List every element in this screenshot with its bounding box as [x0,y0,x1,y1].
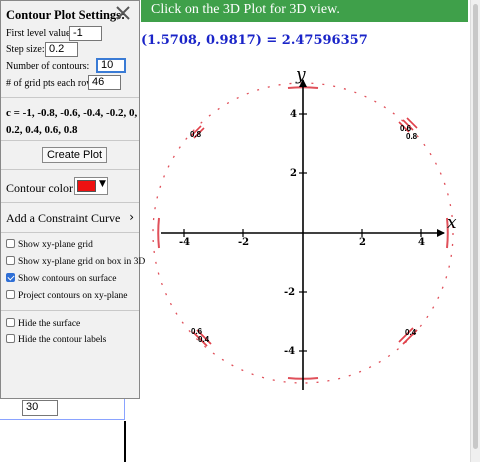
y-tick-label: -4 [284,346,295,357]
grid-points-label: # of grid pts each row: [6,78,97,89]
contour-levels-text: c = -1, -0.8, -0.6, -0.4, -0.2, 0, 0.2, … [6,107,138,136]
divider-line [124,421,126,462]
separator [1,169,139,170]
contour-label: 0.8 [406,132,418,141]
value-readout: (1.5708, 0.9817) = 2.47596357 [141,33,368,48]
checkbox-hide-surface[interactable]: Hide the surface [6,318,81,329]
separator [1,310,139,311]
contour-plot[interactable]: -4 -2 2 4 4 2 -2 -4 x y 0.8 0.6 0.8 0.6 … [141,50,469,462]
checkbox-hide-contour-labels[interactable]: Hide the contour labels [6,334,107,345]
close-icon[interactable] [115,5,131,21]
x-tick-label: -2 [238,237,249,248]
contour-label: 0.4 [198,335,210,344]
x-axis-label: x [447,213,457,233]
num-contours-input[interactable]: 10 [96,58,126,73]
checkbox-box[interactable] [6,239,15,249]
checkbox-label: Hide the surface [18,319,81,329]
num-contours-label: Number of contours: [6,61,90,72]
separator [1,232,139,233]
contour-label: 0.8 [190,130,202,139]
first-level-input[interactable]: -1 [69,26,102,41]
contour-settings-panel: Contour Plot Settings: First level value… [0,0,145,399]
y-tick-label: 4 [290,109,297,120]
checkbox-label: Project contours on xy-plane [18,291,128,301]
under-panel-box [0,399,125,420]
checkbox-show-grid-on-box[interactable]: Show xy-plane grid on box in 3D [6,256,146,267]
checkbox-box[interactable] [6,290,15,300]
contour-color-picker[interactable]: ▼ [74,177,108,195]
y-tick-label: 2 [290,168,297,179]
checkbox-box[interactable] [6,256,15,266]
checkbox-box[interactable] [6,273,15,283]
step-size-label: Step size: [6,44,45,55]
scrollbar-thumb[interactable] [473,4,478,449]
y-axis-label: y [295,65,306,85]
checkbox-label: Show xy-plane grid on box in 3D [18,257,146,267]
y-tick-label: -2 [284,287,295,298]
contour-arc-left [157,217,160,249]
create-plot-button[interactable]: Create Plot [42,147,107,163]
checkbox-show-xy-grid[interactable]: Show xy-plane grid [6,239,93,250]
checkbox-show-contours-on-surface[interactable]: Show contours on surface [6,273,117,284]
step-size-input[interactable]: 0.2 [45,42,78,57]
chevron-right-icon: › [129,210,134,224]
separator [1,97,139,98]
x-tick-label: 2 [359,237,366,248]
instruction-banner: Click on the 3D Plot for 3D view. [141,0,468,22]
x-tick-label: -4 [179,237,190,248]
checkbox-box[interactable] [6,334,15,344]
x-tick-label: 4 [418,237,425,248]
vertical-scrollbar[interactable] [470,0,480,462]
first-level-label: First level value: [6,28,74,39]
separator [1,140,139,141]
constraint-label: Add a Constraint Curve [6,211,121,225]
checkbox-box[interactable] [6,318,15,328]
checkbox-project-contours[interactable]: Project contours on xy-plane [6,290,128,301]
checkbox-label: Hide the contour labels [18,335,107,345]
checkbox-label: Show contours on surface [18,274,117,284]
contour-label: 0.4 [405,328,417,337]
checkbox-label: Show xy-plane grid [18,240,93,250]
dropdown-caret-icon: ▼ [99,179,106,189]
color-swatch [77,180,96,192]
contour-color-label: Contour color: [6,181,77,195]
grid-value-field[interactable]: 30 [22,400,58,416]
add-constraint-curve-button[interactable]: Add a Constraint Curve › [6,210,136,226]
banner-text: Click on the 3D Plot for 3D view. [151,2,340,17]
separator [1,202,139,203]
grid-points-input[interactable]: 46 [88,75,121,90]
panel-title: Contour Plot Settings: [6,8,126,22]
